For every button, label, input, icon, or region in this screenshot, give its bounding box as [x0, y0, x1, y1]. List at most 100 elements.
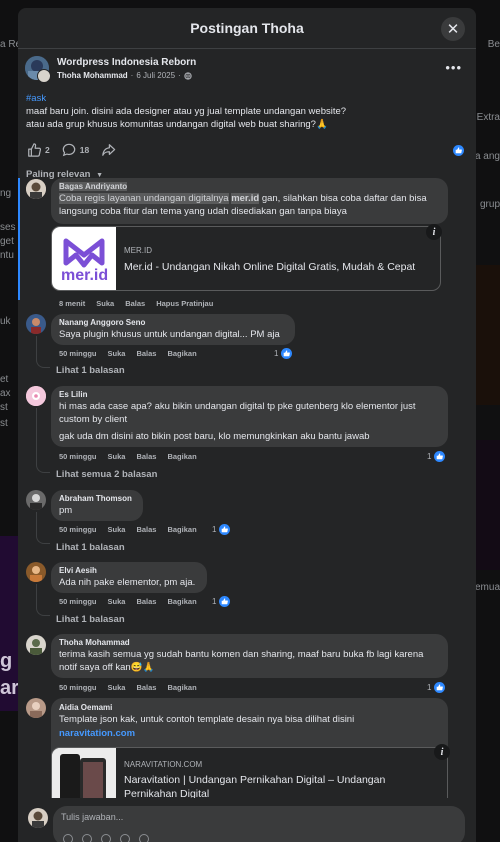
- comment-actions: 50 minggu Suka Balas Bagikan: [59, 525, 197, 534]
- comment-reactions[interactable]: 1: [212, 596, 231, 607]
- comment-time[interactable]: 50 minggu: [59, 349, 97, 358]
- commenter-avatar[interactable]: [26, 386, 46, 406]
- comment-reply-button[interactable]: Balas: [136, 683, 156, 692]
- commenter-avatar[interactable]: [26, 179, 46, 199]
- hashtag-link[interactable]: #ask: [26, 92, 468, 105]
- comment-author[interactable]: Nanang Anggoro Seno: [59, 318, 287, 327]
- comment-author[interactable]: Elvi Aesih: [59, 566, 199, 575]
- close-button[interactable]: ✕: [441, 17, 465, 41]
- comment-like-button[interactable]: Suka: [96, 299, 114, 308]
- link-preview-card[interactable]: NARAVITATION.COM Naravitation | Undangan…: [51, 747, 448, 798]
- emoji-icon[interactable]: [82, 834, 92, 842]
- commenter-avatar[interactable]: [26, 635, 46, 655]
- thumbs-up-icon: [222, 598, 229, 605]
- comment-time[interactable]: 50 minggu: [59, 683, 97, 692]
- comment-link[interactable]: naravitation.com: [59, 727, 440, 740]
- comment-button[interactable]: 18: [62, 143, 89, 157]
- comment-reactions[interactable]: 1: [274, 348, 293, 359]
- commenter-avatar[interactable]: [26, 562, 46, 582]
- comment-author[interactable]: Bagas Andriyanto: [59, 182, 440, 191]
- comment-share-button[interactable]: Bagikan: [167, 683, 196, 692]
- comment-reactions[interactable]: 1: [427, 451, 446, 462]
- post-date-link[interactable]: 6 Juli 2025: [136, 71, 175, 80]
- commenter-avatar[interactable]: [26, 314, 46, 334]
- author-avatar[interactable]: [37, 69, 51, 83]
- comment-bubble: Elvi Aesih Ada nih pake elementor, pm aj…: [51, 562, 207, 593]
- comment-like-button[interactable]: Suka: [108, 525, 126, 534]
- comment-reply-button[interactable]: Balas: [136, 597, 156, 606]
- sticker-icon[interactable]: [139, 834, 149, 842]
- view-replies-link[interactable]: Lihat 1 balasan: [56, 365, 125, 376]
- comment-author[interactable]: Thoha Mohammad: [59, 638, 440, 647]
- background-text: grup: [479, 199, 500, 210]
- comment-reply-button[interactable]: Balas: [136, 452, 156, 461]
- post-header: Wordpress Indonesia Reborn Thoha Mohamma…: [18, 54, 476, 90]
- preview-domain: MER.ID: [124, 246, 152, 255]
- comment-reactions[interactable]: 1: [427, 682, 446, 693]
- avatar-image: [26, 314, 46, 334]
- remove-preview-button[interactable]: Hapus Pratinjau: [156, 299, 213, 308]
- comment-icon: [62, 143, 76, 157]
- sort-comments-dropdown[interactable]: Paling relevan ▼: [18, 159, 476, 180]
- more-options-button[interactable]: •••: [445, 60, 462, 75]
- comment-item: Es Lilin hi mas ada case apa? aku bikin …: [18, 386, 476, 480]
- comment-time[interactable]: 50 minggu: [59, 597, 97, 606]
- comment-share-button[interactable]: Bagikan: [167, 349, 196, 358]
- comment-count: 18: [79, 145, 90, 155]
- comment-reply-button[interactable]: Balas: [136, 349, 156, 358]
- group-name-link[interactable]: Wordpress Indonesia Reborn: [57, 57, 196, 68]
- comment-like-button[interactable]: Suka: [108, 597, 126, 606]
- reaction-count: 1: [427, 452, 432, 461]
- gif-icon[interactable]: [120, 834, 130, 842]
- view-replies-link[interactable]: Lihat 1 balasan: [56, 542, 125, 553]
- comment-share-button[interactable]: Bagikan: [167, 525, 196, 534]
- comment-text: terima kasih semua yg sudah bantu komen …: [59, 649, 424, 673]
- merid-logo-text: mer.id: [61, 267, 109, 284]
- info-icon[interactable]: i: [434, 744, 450, 760]
- comment-like-button[interactable]: Suka: [108, 452, 126, 461]
- comment-reactions[interactable]: 1: [212, 524, 231, 535]
- info-icon[interactable]: i: [426, 224, 442, 240]
- reply-input[interactable]: Tulis jawaban...: [53, 806, 465, 842]
- share-button[interactable]: [101, 143, 116, 157]
- background-text: emua: [474, 582, 500, 593]
- background-text: ses: [0, 222, 16, 233]
- comment-list[interactable]: Bagas Andriyanto Coba regis layanan unda…: [18, 178, 476, 798]
- comment-time[interactable]: 50 minggu: [59, 452, 97, 461]
- like-reaction-badge: [434, 682, 446, 693]
- thumbs-up-icon: [222, 526, 229, 533]
- commenter-avatar[interactable]: [26, 698, 46, 718]
- preview-title: Mer.id - Undangan Nikah Online Digital G…: [124, 261, 416, 273]
- view-replies-link[interactable]: Lihat semua 2 balasan: [56, 469, 157, 480]
- commenter-avatar[interactable]: [26, 490, 46, 510]
- comment-time[interactable]: 50 minggu: [59, 525, 97, 534]
- camera-icon[interactable]: [101, 834, 111, 842]
- like-button[interactable]: 2: [27, 143, 50, 157]
- background-text: get: [0, 236, 14, 247]
- comment-bubble: Abraham Thomson pm: [51, 490, 143, 521]
- view-replies-link[interactable]: Lihat 1 balasan: [56, 614, 125, 625]
- comment-author[interactable]: Aidia Oemami: [59, 703, 440, 712]
- close-icon: ✕: [446, 21, 460, 38]
- avatar-sticker-icon[interactable]: [63, 834, 73, 842]
- comment-like-button[interactable]: Suka: [108, 349, 126, 358]
- preview-title: Naravitation | Undangan Pernikahan Digit…: [124, 774, 386, 798]
- thumbs-up-icon: [28, 143, 41, 157]
- comment-reply-button[interactable]: Balas: [136, 525, 156, 534]
- comment-share-button[interactable]: Bagikan: [167, 597, 196, 606]
- comment-item: Bagas Andriyanto Coba regis layanan unda…: [18, 178, 476, 308]
- author-name-link[interactable]: Thoha Mohammad: [57, 71, 128, 80]
- separator-dot: ·: [178, 71, 181, 80]
- comment-author[interactable]: Es Lilin: [59, 390, 440, 399]
- comment-like-button[interactable]: Suka: [108, 683, 126, 692]
- comment-reply-button[interactable]: Balas: [125, 299, 145, 308]
- link-preview-card[interactable]: mer.id MER.ID Mer.id - Undangan Nikah On…: [51, 226, 441, 291]
- avatar-image: [26, 698, 46, 718]
- comment-share-button[interactable]: Bagikan: [167, 452, 196, 461]
- comment-text: Template json kak, untuk contoh template…: [59, 714, 355, 725]
- globe-icon: [184, 71, 192, 80]
- reaction-count: 1: [212, 597, 217, 606]
- comment-time[interactable]: 8 menit: [59, 299, 85, 308]
- like-reaction-badge[interactable]: [453, 144, 464, 156]
- comment-author[interactable]: Abraham Thomson: [59, 494, 135, 503]
